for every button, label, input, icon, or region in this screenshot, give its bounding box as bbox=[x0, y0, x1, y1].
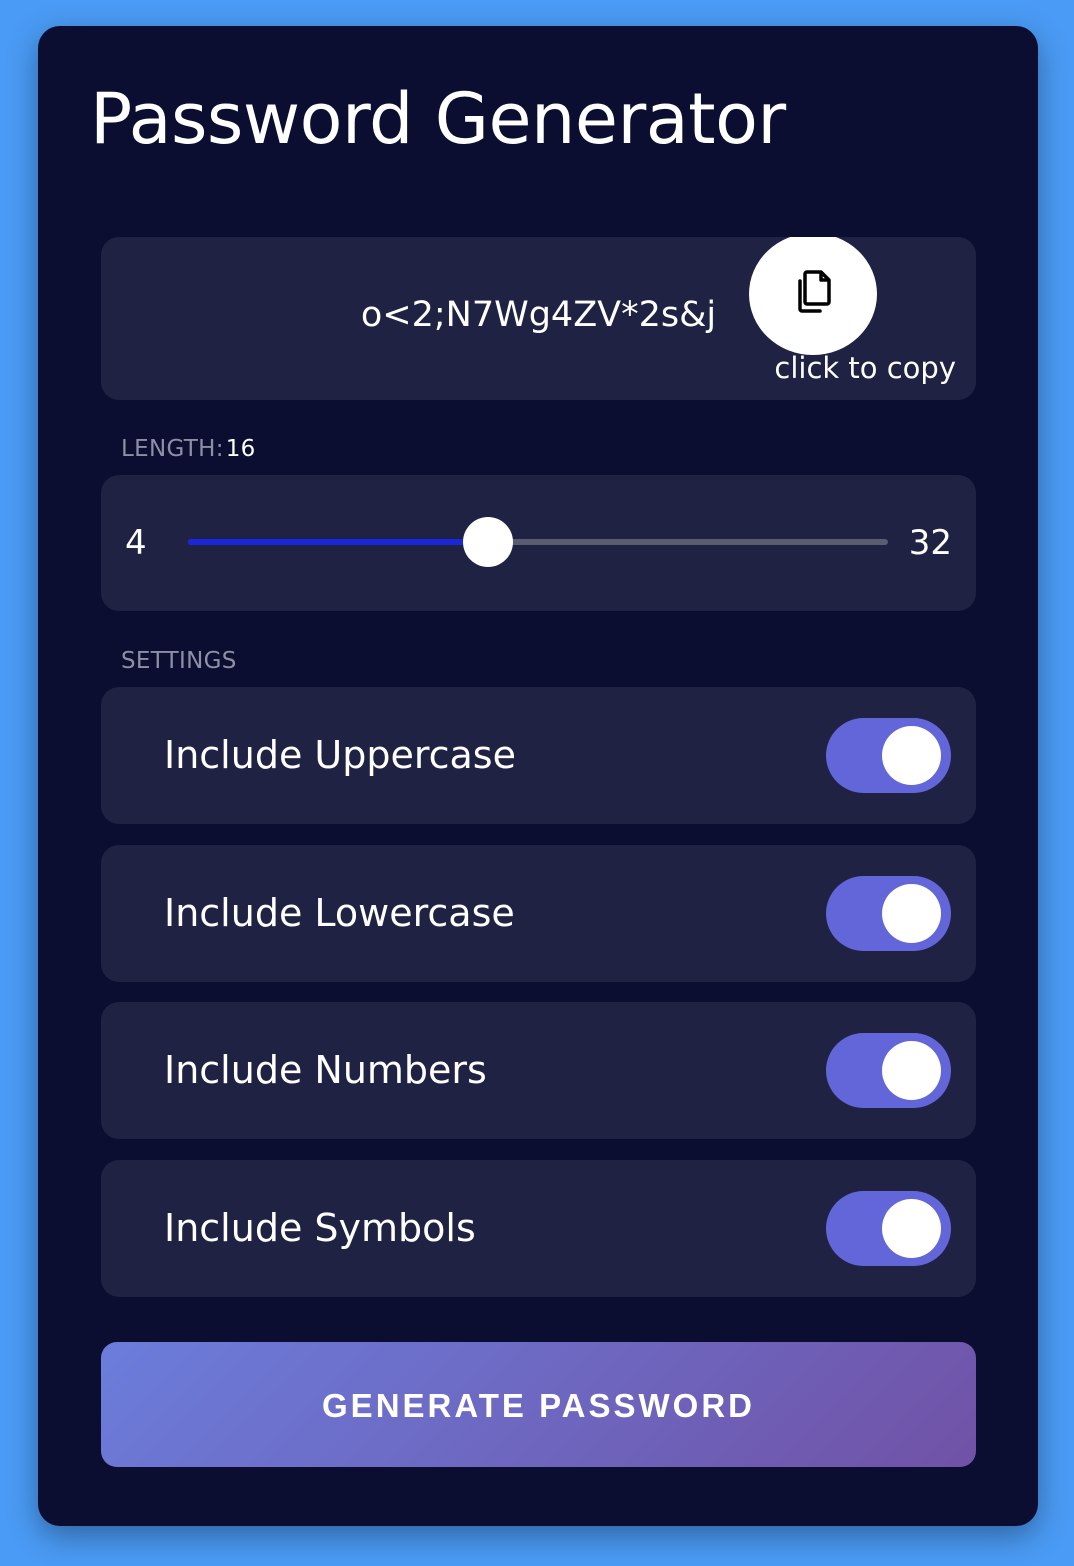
length-label-row: LENGTH:16 bbox=[121, 436, 256, 462]
toggle-uppercase[interactable] bbox=[826, 718, 951, 793]
length-value: 16 bbox=[225, 436, 256, 462]
toggle-numbers[interactable] bbox=[826, 1033, 951, 1108]
page-title: Password Generator bbox=[90, 78, 786, 160]
length-slider-track[interactable] bbox=[188, 517, 888, 567]
password-result-box: o<2;N7Wg4ZV*2s&j click to copy bbox=[101, 237, 976, 400]
settings-label: SETTINGS bbox=[121, 648, 237, 674]
setting-row-lowercase: Include Lowercase bbox=[101, 845, 976, 982]
toggle-knob bbox=[882, 1041, 941, 1100]
setting-row-symbols: Include Symbols bbox=[101, 1160, 976, 1297]
length-slider-fill bbox=[188, 539, 488, 545]
clipboard-copy-icon bbox=[798, 270, 831, 313]
setting-row-numbers: Include Numbers bbox=[101, 1002, 976, 1139]
toggle-lowercase[interactable] bbox=[826, 876, 951, 951]
length-slider-box: 4 32 bbox=[101, 475, 976, 611]
generate-password-button[interactable]: GENERATE PASSWORD bbox=[101, 1342, 976, 1467]
setting-label-lowercase: Include Lowercase bbox=[164, 891, 515, 935]
setting-label-symbols: Include Symbols bbox=[164, 1206, 476, 1250]
length-label: LENGTH: bbox=[121, 436, 224, 462]
toggle-knob bbox=[882, 1199, 941, 1258]
setting-label-uppercase: Include Uppercase bbox=[164, 733, 516, 777]
length-slider-thumb[interactable] bbox=[463, 517, 513, 567]
setting-label-numbers: Include Numbers bbox=[164, 1048, 487, 1092]
setting-row-uppercase: Include Uppercase bbox=[101, 687, 976, 824]
toggle-symbols[interactable] bbox=[826, 1191, 951, 1266]
toggle-knob bbox=[882, 884, 941, 943]
password-generator-card: Password Generator o<2;N7Wg4ZV*2s&j clic… bbox=[38, 26, 1038, 1526]
toggle-knob bbox=[882, 726, 941, 785]
copy-button[interactable] bbox=[749, 237, 877, 355]
slider-max-label: 32 bbox=[908, 523, 952, 563]
slider-min-label: 4 bbox=[125, 523, 147, 563]
copy-hint-text: click to copy bbox=[774, 351, 956, 385]
